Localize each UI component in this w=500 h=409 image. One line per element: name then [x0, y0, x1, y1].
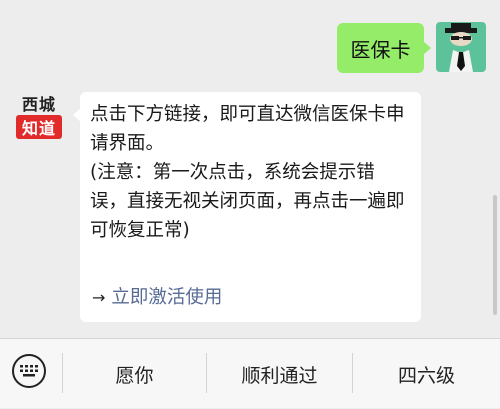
reply-text: 点击下方链接，即可直达微信医保卡申请界面。 (注意：第一次点击，系统会提示错误，… — [90, 104, 405, 241]
scrollbar[interactable] — [493, 195, 497, 315]
bot-avatar-badge: 知道 — [16, 115, 62, 139]
user-avatar[interactable] — [436, 22, 486, 72]
menu-item-3-label: 四六级 — [397, 364, 455, 387]
bot-avatar[interactable]: 西城 知道 — [10, 90, 68, 140]
incoming-message-bubble[interactable]: 点击下方链接，即可直达微信医保卡申请界面。 (注意：第一次点击，系统会提示错误，… — [73, 92, 421, 322]
menu-item-1-label: 愿你 — [115, 364, 154, 387]
menu-item-2-label: 顺利通过 — [241, 364, 318, 387]
keyboard-icon[interactable] — [12, 354, 46, 388]
bottom-menu-bar: 愿你 顺利通过 四六级 — [0, 338, 500, 408]
bot-avatar-line1: 西城 — [21, 94, 56, 114]
menu-item-3[interactable]: 四六级 — [353, 339, 500, 409]
arrow-right-icon: → — [92, 288, 106, 307]
activate-link[interactable]: → 立即激活使用 — [92, 283, 222, 309]
user-avatar-icon — [445, 23, 477, 72]
activate-link-label: 立即激活使用 — [111, 287, 223, 308]
menu-item-2[interactable]: 顺利通过 — [207, 339, 352, 409]
outgoing-message-text: 医保卡 — [350, 37, 411, 62]
outgoing-message-bubble[interactable]: 医保卡 — [337, 23, 431, 73]
keyboard-glyph — [20, 365, 38, 377]
menu-item-1[interactable]: 愿你 — [63, 339, 206, 409]
